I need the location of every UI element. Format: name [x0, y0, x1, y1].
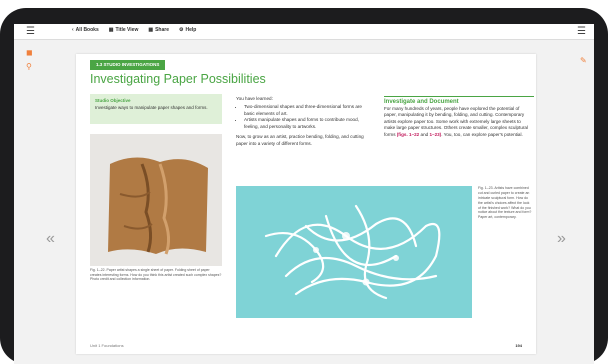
unit-banner: 1.3 STUDIO INVESTIGATIONS: [90, 60, 166, 70]
page-footer: Unit 1 Foundations 194: [90, 343, 522, 348]
paper-cut-sculpture-photo[interactable]: [236, 186, 472, 318]
textbook-page: 1.3 STUDIO INVESTIGATIONS Investigating …: [76, 54, 536, 354]
title-view-label: Title View: [115, 27, 139, 33]
learned-item: Artists manipulate shapes and forms to c…: [244, 117, 372, 130]
figure-reference-link[interactable]: 1–23): [429, 132, 441, 137]
investigate-heading: Investigate and Document: [384, 96, 534, 105]
page-number: 194: [515, 343, 522, 348]
help-label: Help: [185, 27, 197, 33]
share-icon: ▦: [148, 27, 154, 33]
sculpture-caption-text: Fig. 1–23. Artists have combined cut and…: [478, 186, 532, 215]
figure-reference-link[interactable]: (figs. 1–22: [397, 132, 419, 137]
previous-page-arrow-icon[interactable]: «: [46, 230, 55, 248]
photo-caption: Fig. 1–22. Paper artist shapes a single …: [90, 268, 222, 282]
help-icon: ⚙: [179, 27, 184, 33]
photo-caption-text: Fig. 1–22. Paper artist shapes a single …: [90, 268, 222, 277]
search-icon[interactable]: ⚲: [26, 62, 32, 71]
page-title: Investigating Paper Possibilities: [90, 72, 266, 86]
practice-text: Now, to grow as an artist, practice bend…: [236, 134, 364, 146]
share-button[interactable]: ▦ Share: [148, 27, 169, 33]
investigate-end: . You, too, can explore paper's potentia…: [441, 131, 523, 137]
objective-box: Studio Objective Investigate ways to man…: [90, 94, 222, 124]
photo-credit: Photo credit and collection information.: [90, 277, 151, 282]
next-page-arrow-icon[interactable]: »: [557, 230, 566, 248]
learned-column: You have learned: Two-dimensional shapes…: [236, 96, 372, 147]
learned-intro: You have learned:: [236, 96, 273, 101]
footer-unit-label: Unit 1 Foundations: [90, 343, 124, 348]
options-menu-icon[interactable]: ☰: [577, 27, 586, 37]
grid-icon: ▦: [108, 27, 114, 33]
investigate-text: For many hundreds of years, people have …: [384, 106, 532, 138]
menu-icon[interactable]: ☰: [26, 27, 35, 37]
title-view-button[interactable]: ▦ Title View: [109, 27, 139, 33]
left-rail: ◼ ⚲: [14, 40, 64, 364]
notes-icon[interactable]: ✎: [580, 56, 587, 65]
help-button[interactable]: ⚙ Help: [179, 27, 196, 33]
sculpture-caption: Fig. 1–23. Artists have combined cut and…: [478, 186, 532, 220]
all-books-button[interactable]: ‹ All Books: [72, 27, 99, 33]
objective-text: Investigate ways to manipulate paper sha…: [95, 105, 208, 110]
all-books-label: All Books: [75, 27, 99, 33]
toolbar-nav: ‹ All Books ▦ Title View ▦ Share ⚙ Help: [72, 27, 196, 33]
share-label: Share: [155, 27, 169, 33]
back-arrow-icon: ‹: [72, 27, 74, 33]
sculpture-credit: Paper art, contemporary.: [478, 215, 517, 220]
folded-paper-image: [90, 134, 222, 266]
screen: ☰ ‹ All Books ▦ Title View ▦ Share ⚙ Hel…: [14, 24, 594, 364]
learned-list: Two-dimensional shapes and three-dimensi…: [236, 104, 372, 130]
learned-item: Two-dimensional shapes and three-dimensi…: [244, 104, 372, 117]
paper-sculpture-photo[interactable]: [90, 134, 222, 266]
cut-paper-image: [236, 186, 472, 318]
top-toolbar: ☰ ‹ All Books ▦ Title View ▦ Share ⚙ Hel…: [14, 24, 594, 40]
objective-heading: Studio Objective: [95, 98, 131, 103]
bookmark-icon[interactable]: ◼: [26, 48, 33, 57]
tablet-device: ☰ ‹ All Books ▦ Title View ▦ Share ⚙ Hel…: [0, 8, 608, 364]
reference-join: and: [419, 131, 430, 137]
